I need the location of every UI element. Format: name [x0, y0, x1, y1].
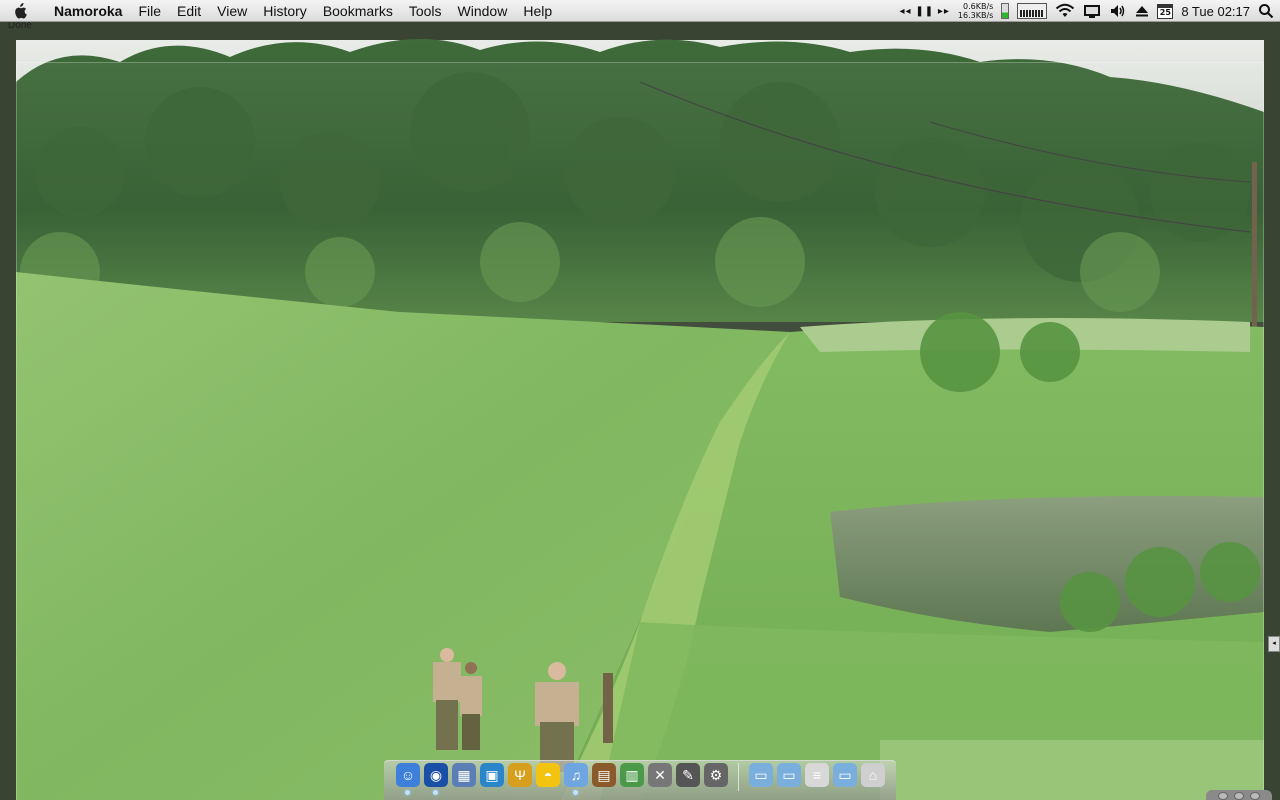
- running-indicator: [433, 790, 438, 795]
- corner-button-1[interactable]: [1218, 792, 1228, 800]
- applications-folder-icon[interactable]: ▭: [833, 763, 857, 787]
- menu-file[interactable]: File: [130, 0, 169, 22]
- screenshot-app-icon[interactable]: ▥: [620, 763, 644, 787]
- itunes-icon[interactable]: ♫: [564, 763, 588, 795]
- net-upload-speed: 0.6KB/s: [963, 2, 994, 11]
- text-document-icon[interactable]: ≡: [805, 763, 829, 787]
- browser-window-frame[interactable]: [16, 62, 1264, 800]
- photo-viewer-icon[interactable]: ▣: [480, 763, 504, 787]
- script-editor-icon[interactable]: ✎: [676, 763, 700, 787]
- cpu-graph-icon[interactable]: [1017, 3, 1048, 19]
- documents-folder-icon[interactable]: ▭: [749, 763, 773, 787]
- corner-button-2[interactable]: [1234, 792, 1244, 800]
- rubber-duck-icon[interactable]: ◓: [536, 763, 560, 787]
- running-indicator: [573, 790, 578, 795]
- menu-clock[interactable]: 8 Tue 02:17: [1181, 4, 1250, 19]
- browser-globe-icon[interactable]: ◉: [424, 763, 448, 795]
- network-speed-monitor[interactable]: 0.6KB/s 16.3KB/s: [958, 2, 993, 20]
- finder-icon[interactable]: ☺: [396, 763, 420, 795]
- photo-booth-icon[interactable]: ▤: [592, 763, 616, 787]
- trident-app-icon[interactable]: Ψ: [508, 763, 532, 787]
- eject-icon[interactable]: [1135, 4, 1149, 18]
- scroll-arrow-button[interactable]: ◂: [1268, 636, 1280, 652]
- menu-tools[interactable]: Tools: [401, 0, 450, 22]
- window-corner-controls[interactable]: [1206, 790, 1272, 800]
- apple-logo-icon: [15, 2, 27, 18]
- wifi-icon[interactable]: [1055, 3, 1075, 19]
- downloads-folder-icon[interactable]: ▭: [777, 763, 801, 787]
- corner-button-3[interactable]: [1250, 792, 1260, 800]
- volume-icon[interactable]: [1109, 3, 1127, 19]
- preview-icon[interactable]: ▦: [452, 763, 476, 787]
- running-indicator: [405, 790, 410, 795]
- desktop-wallpaper: ◂: [0, 22, 1280, 800]
- calendar-icon[interactable]: 25: [1157, 3, 1174, 19]
- system-preferences-icon[interactable]: ⚙: [704, 763, 728, 787]
- display-mirroring-icon[interactable]: [1083, 3, 1101, 19]
- desktop-screen: ◂ Namoroka File Edit View History Bookma…: [0, 0, 1280, 800]
- dock-separator: [738, 763, 739, 791]
- spotlight-search-icon[interactable]: [1258, 3, 1274, 19]
- dock: ☺ ◉ ▦ ▣ Ψ ◓ ♫ ▤ ▥ ✕ ✎ ⚙ ▭ ▭ ≡ ▭ ⌂: [384, 760, 896, 800]
- media-controls[interactable]: ◂◂ ❚❚ ▸▸: [900, 6, 950, 17]
- menu-extras: ◂◂ ❚❚ ▸▸ 0.6KB/s 16.3KB/s 25 8 Tue 02:17: [900, 0, 1275, 22]
- menu-view[interactable]: View: [209, 0, 255, 22]
- menu-edit[interactable]: Edit: [169, 0, 209, 22]
- apple-menu-icon[interactable]: [0, 0, 40, 22]
- net-download-speed: 16.3KB/s: [957, 11, 994, 20]
- trash-icon[interactable]: ⌂: [861, 763, 885, 787]
- menu-history[interactable]: History: [255, 0, 315, 22]
- menu-app-name[interactable]: Namoroka: [40, 0, 130, 22]
- menu-help[interactable]: Help: [515, 0, 560, 22]
- menu-bookmarks[interactable]: Bookmarks: [315, 0, 401, 22]
- menu-bar: Namoroka File Edit View History Bookmark…: [0, 0, 1280, 22]
- memory-meter-icon[interactable]: [1001, 3, 1010, 19]
- menu-window[interactable]: Window: [450, 0, 516, 22]
- utilities-tools-icon[interactable]: ✕: [648, 763, 672, 787]
